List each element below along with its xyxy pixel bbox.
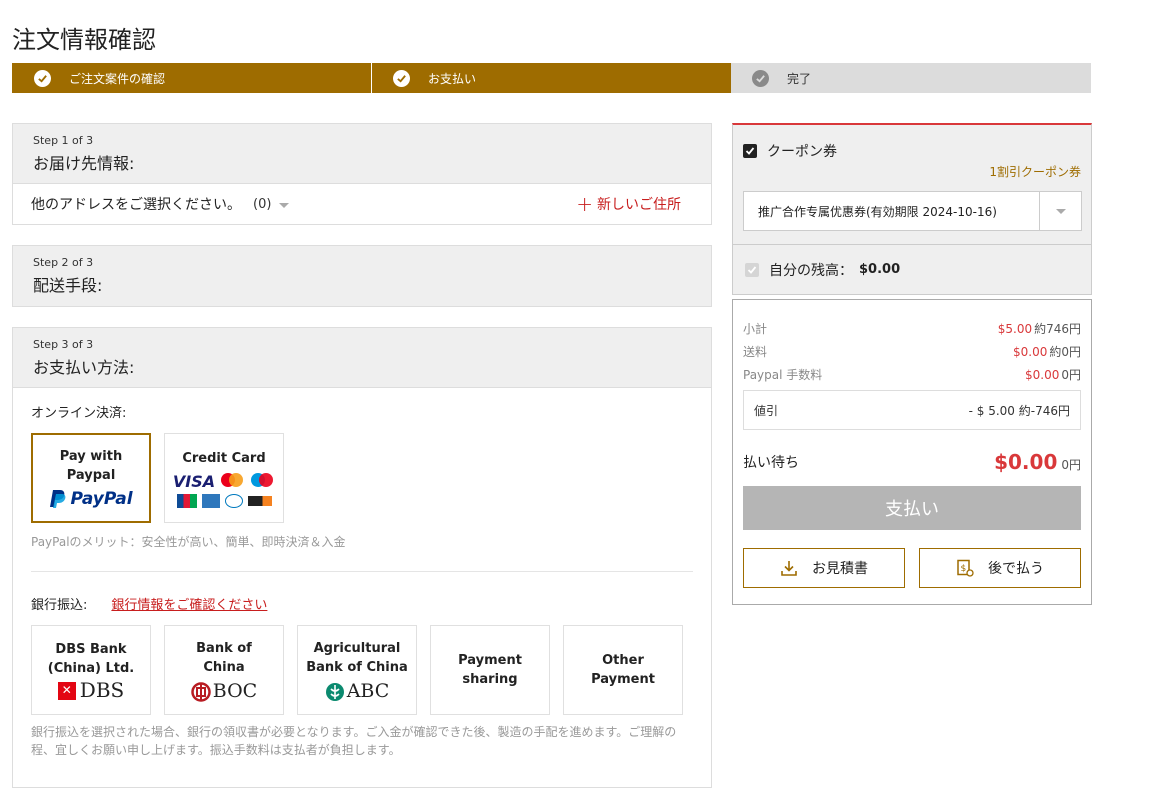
shipping-address-panel: Step 1 of 3 お届け先情報: 他のアドレスをご選択ください。 (0) … [12,123,712,225]
paypal-benefits-note: PayPalのメリット：安全性が高い、簡単、即時決済＆入金 [31,535,346,549]
coupon-count-link[interactable]: 1割引クーポン券 [989,163,1081,180]
abc-bank-option[interactable]: Agricultural Bank of China ABC [297,625,417,715]
section-title: お届け先情報: [33,154,135,173]
option-label: Other Payment [591,653,655,687]
boc-bank-option[interactable]: Bank of China BOC [164,625,284,715]
step-indicator: Step 3 of 3 [33,338,94,351]
bank-info-link[interactable]: 銀行情報をご確認ください [111,594,267,613]
coupon-panel: クーポン券 1割引クーポン券 推广合作专属优惠券(有効期限 2024-10-16… [732,123,1092,245]
section-title: 配送手段: [33,276,103,295]
discover-icon [247,495,272,506]
shipping-method-panel[interactable]: Step 2 of 3 配送手段: [12,245,712,307]
option-label: Pay with Paypal [59,449,123,483]
option-label: Payment sharing [458,653,522,687]
check-icon [752,69,769,87]
option-label: Credit Card [182,450,266,466]
balance-checkbox[interactable] [745,262,759,277]
option-label: DBS Bank (China) Ltd. [47,642,135,676]
progress-step-complete: 完了 [731,63,1091,93]
balance-panel: 自分の残高： $0.00 [732,245,1092,295]
card-logos-row-2 [176,493,272,508]
summary-row-subtotal: 小計 $5.00 約746円 [743,322,1081,336]
address-dropdown[interactable]: (0) [253,197,290,212]
dbs-logo: ✕ DBS [57,680,124,700]
summary-row-paypal-fee: Paypal 手数料 $0.00 0円 [743,368,1081,382]
mastercard-icon [221,473,244,487]
step-indicator: Step 1 of 3 [33,134,94,147]
summary-row-shipping: 送料 $0.00 約0円 [743,345,1081,359]
amount-due: 払い待ち $0.00 0円 [743,450,1081,474]
payment-method-panel: Step 3 of 3 お支払い方法: オンライン決済: Pay with Pa… [12,327,712,788]
page-title: 注文情報確認 [12,26,156,54]
option-label: Bank of China [196,640,252,675]
step-indicator: Step 2 of 3 [33,256,94,269]
bank-transfer-label: 銀行振込: [31,598,88,613]
abc-logo: ABC [325,682,389,702]
progress-step-confirm: ご注文案件の確認 [12,63,371,93]
payment-sharing-option[interactable]: Payment sharing [430,625,550,715]
bank-transfer-note: 銀行振込を選択された場合、銀行の領収書が必要となります。ご入金が確認できた後、製… [31,725,677,757]
balance-label: 自分の残高： [769,262,853,279]
other-payment-option[interactable]: Other Payment [563,625,683,715]
coupon-select[interactable]: 推广合作专属优惠券(有効期限 2024-10-16) [743,191,1082,231]
progress-step-payment: お支払い [372,63,731,93]
credit-card-option[interactable]: Credit Card VISA [164,433,284,523]
invoice-dollar-icon: $ [957,559,974,577]
checkout-progress: ご注文案件の確認 お支払い 完了 [12,63,1091,93]
paypal-logo: PayPal [49,489,133,509]
new-address-link[interactable]: + 新しいご住所 [576,194,681,214]
pay-later-button[interactable]: $ 後で払う [919,548,1081,588]
progress-step-label: お支払い [428,71,477,86]
quote-button[interactable]: お見積書 [743,548,905,588]
check-icon [34,69,51,87]
pay-button[interactable]: 支払い [743,486,1081,530]
chevron-down-icon [1055,208,1066,214]
section-title: お支払い方法: [33,358,135,377]
amex-icon [201,493,220,508]
download-icon [781,561,797,576]
visa-icon: VISA [172,471,216,491]
card-logos-row-1: VISA [173,472,275,491]
chevron-down-icon [279,202,290,208]
order-summary: 小計 $5.00 約746円 送料 $0.00 約0円 Paypal 手数料 $0.… [732,299,1092,605]
boc-logo: BOC [191,682,257,702]
option-label: Agricultural Bank of China [306,640,408,675]
diners-club-icon [224,493,243,508]
maestro-icon [251,473,274,487]
dbs-bank-option[interactable]: DBS Bank (China) Ltd. ✕ DBS [31,625,151,715]
paypal-option[interactable]: Pay with Paypal PayPal [31,433,151,523]
progress-step-label: ご注文案件の確認 [69,71,166,86]
jcb-icon [176,493,197,508]
svg-text:$: $ [961,564,967,574]
balance-value: $0.00 [859,262,901,277]
coupon-label: クーポン券 [767,144,837,160]
progress-step-label: 完了 [787,71,812,86]
check-icon [393,69,410,87]
discount-row: 値引 - $ 5.00 約-746円 [743,390,1081,430]
coupon-checkbox[interactable] [743,144,757,158]
plus-icon: + [576,192,593,216]
online-payment-label: オンライン決済: [31,406,127,421]
address-select-label: 他のアドレスをご選択ください。 [31,197,241,213]
